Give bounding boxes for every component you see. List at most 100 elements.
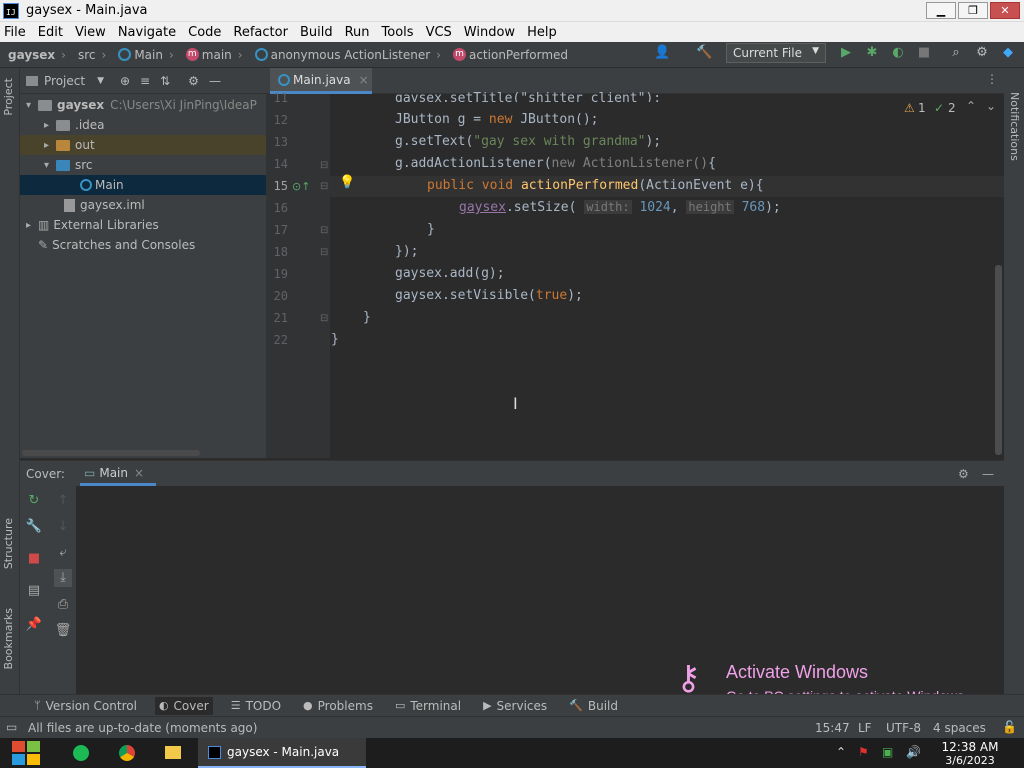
next-highlight-icon[interactable]: ⌄ [986, 99, 996, 113]
menu-view[interactable]: View [75, 25, 106, 40]
run-config-dropdown[interactable]: Current File ▼ [726, 43, 826, 63]
project-horizontal-scrollbar[interactable] [22, 450, 200, 456]
tool-problems[interactable]: ● Problems [299, 697, 377, 715]
down-arrow-icon[interactable]: ↓ [54, 518, 72, 536]
status-message[interactable]: All files are up-to-date (moments ago) [28, 721, 257, 735]
chevron-down-icon[interactable]: ▼ [97, 76, 104, 86]
override-marker-icon[interactable]: ⊙↑ [292, 180, 310, 193]
plugin-logo-icon[interactable]: ◆ [1000, 45, 1016, 61]
network-icon[interactable]: ▣ [882, 745, 893, 759]
indent-setting[interactable]: 4 spaces [933, 721, 986, 735]
fold-icon[interactable]: ⊟ [320, 181, 328, 192]
caret-position[interactable]: 15:47 [815, 721, 850, 735]
menu-vcs[interactable]: VCS [426, 25, 452, 40]
show-hidden-icons[interactable]: ⌃ [836, 745, 846, 759]
tool-version-control[interactable]: ᛘ Version Control [30, 697, 141, 715]
menu-code[interactable]: Code [188, 25, 221, 40]
rerun-icon[interactable]: ↻ [25, 492, 43, 510]
menu-navigate[interactable]: Navigate [118, 25, 176, 40]
clock-time[interactable]: 12:38 AM [940, 740, 1000, 754]
tool-build[interactable]: 🔨 Build [565, 697, 622, 715]
menu-run[interactable]: Run [345, 25, 370, 40]
volume-icon[interactable]: 🔊 [906, 745, 921, 759]
editor-vertical-scrollbar[interactable] [995, 265, 1002, 455]
up-arrow-icon[interactable]: ↑ [54, 492, 72, 510]
file-explorer-icon[interactable] [165, 746, 181, 759]
status-window-icon[interactable]: ▭ [6, 720, 17, 734]
run-icon[interactable]: ▶ [838, 45, 854, 61]
notifications-tool-label[interactable]: Notifications [1008, 92, 1021, 161]
menu-help[interactable]: Help [527, 25, 557, 40]
hide-panel-icon[interactable]: — [982, 467, 994, 481]
fold-icon[interactable]: ⊟ [320, 313, 328, 324]
check-icon[interactable]: ✓ [934, 101, 944, 115]
breadcrumb-anon[interactable]: anonymous ActionListener › [254, 48, 447, 62]
close-tab-icon[interactable]: × [359, 73, 369, 87]
layout-icon[interactable]: ▤ [25, 582, 43, 600]
tool-cover[interactable]: ◐ Cover [154, 696, 213, 715]
expand-all-icon[interactable]: ≡ [140, 74, 150, 88]
prev-highlight-icon[interactable]: ⌃ [966, 99, 976, 113]
stop-icon[interactable]: ■ [25, 550, 43, 568]
tree-item-external-libraries[interactable]: ▸ ▥ External Libraries [20, 215, 266, 235]
breadcrumb-src[interactable]: src › [78, 48, 112, 62]
project-tool-label[interactable]: Project [2, 78, 15, 116]
warning-icon[interactable]: ⚠ [904, 101, 915, 115]
user-icon[interactable]: 👤 [654, 45, 670, 61]
tree-item-idea[interactable]: ▸ .idea [20, 115, 266, 135]
collapse-all-icon[interactable]: ⇅ [160, 74, 170, 88]
panel-gear-icon[interactable]: ⚙ [188, 74, 199, 88]
debug-icon[interactable]: ✱ [864, 45, 880, 61]
settings-gear-icon[interactable]: ⚙ [974, 45, 990, 61]
wrench-icon[interactable]: 🔧 [25, 518, 43, 536]
breadcrumb-class[interactable]: Main › [118, 48, 179, 62]
tree-item-project-root[interactable]: ▾ gaysex C:\Users\Xi JinPing\IdeaP [20, 95, 266, 115]
tool-terminal[interactable]: ▭ Terminal [391, 697, 465, 715]
bookmarks-tool-label[interactable]: Bookmarks [2, 608, 15, 669]
structure-tool-label[interactable]: Structure [2, 518, 15, 569]
error-bulb-icon[interactable]: 💡 [339, 175, 355, 190]
lock-icon[interactable]: 🔓 [1002, 720, 1017, 734]
start-button[interactable] [10, 738, 42, 768]
maximize-button[interactable]: ❐ [958, 2, 988, 19]
locate-icon[interactable]: ⊕ [120, 74, 130, 88]
stop-icon[interactable]: ■ [916, 45, 932, 61]
tool-services[interactable]: ▶ Services [479, 697, 551, 715]
tool-todo[interactable]: ☰ TODO [227, 697, 285, 715]
fold-icon[interactable]: ⊟ [320, 225, 328, 236]
breadcrumb-method[interactable]: m main › [185, 48, 249, 62]
search-icon[interactable]: ⌕ [948, 45, 964, 61]
hide-panel-icon[interactable]: — [209, 74, 221, 88]
hammer-icon[interactable]: 🔨 [696, 45, 712, 61]
menu-refactor[interactable]: Refactor [233, 25, 288, 40]
tree-item-scratches[interactable]: ✎ Scratches and Consoles [20, 235, 266, 255]
file-encoding[interactable]: UTF-8 [886, 721, 921, 735]
soft-wrap-icon[interactable]: ⤶ [54, 544, 72, 562]
menu-build[interactable]: Build [300, 25, 333, 40]
menu-tools[interactable]: Tools [382, 25, 414, 40]
line-separator[interactable]: LF [858, 721, 872, 735]
tree-item-out[interactable]: ▸ out [20, 135, 266, 155]
menu-window[interactable]: Window [464, 25, 515, 40]
taskbar-app-intellij[interactable]: gaysex - Main.java [198, 738, 366, 768]
print-icon[interactable]: ⎙ [54, 596, 72, 614]
tab-main-run[interactable]: ▭ Main × [80, 462, 156, 486]
menu-edit[interactable]: Edit [38, 25, 63, 40]
project-panel-title[interactable]: Project [44, 74, 85, 88]
pin-icon[interactable]: 📌 [25, 616, 43, 634]
fold-icon[interactable]: ⊟ [320, 247, 328, 258]
fold-icon[interactable]: ⊟ [320, 160, 328, 171]
tree-item-iml[interactable]: gaysex.iml [20, 195, 266, 215]
spotify-icon[interactable] [73, 745, 89, 761]
more-tabs-icon[interactable]: ⋮ [986, 72, 998, 86]
tree-item-src[interactable]: ▾ src [20, 155, 266, 175]
minimize-button[interactable]: ▁ [926, 2, 956, 19]
close-button[interactable]: ✕ [990, 2, 1020, 19]
breadcrumb-action[interactable]: m actionPerformed [452, 48, 568, 62]
panel-gear-icon[interactable]: ⚙ [958, 467, 969, 481]
close-tab-icon[interactable]: × [134, 466, 144, 480]
tree-item-main[interactable]: Main [20, 175, 266, 195]
chrome-icon[interactable] [119, 745, 135, 761]
trash-icon[interactable]: 🗑 [54, 622, 72, 640]
clock-date[interactable]: 3/6/2023 [940, 754, 1000, 767]
